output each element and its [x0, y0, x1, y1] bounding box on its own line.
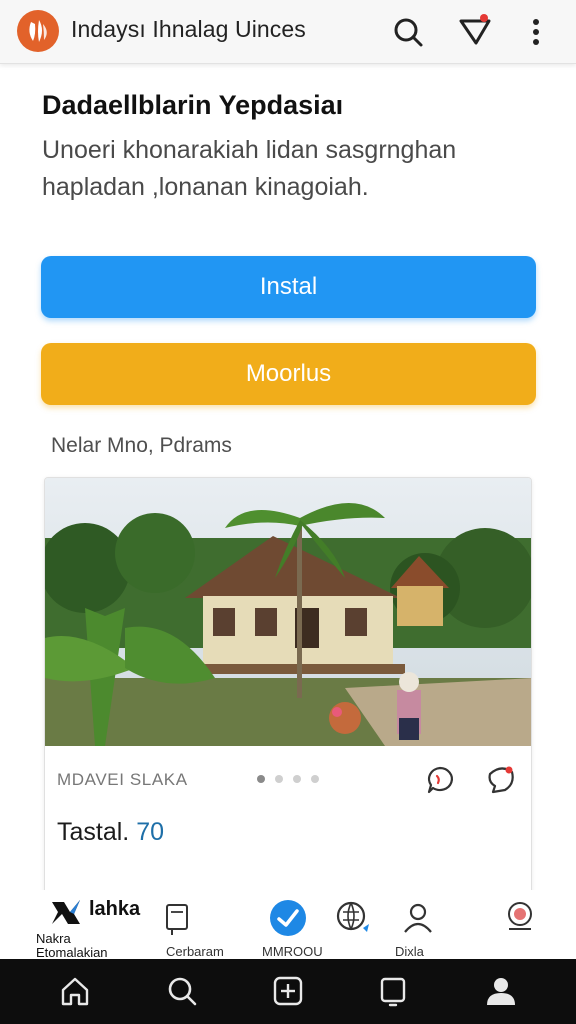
tablet-icon[interactable]: [375, 973, 411, 1009]
install-button[interactable]: Instal: [41, 256, 536, 318]
brand-subtitle-line: Nakra: [36, 931, 71, 946]
bookmark-icon[interactable]: [158, 898, 198, 938]
search-icon[interactable]: [164, 973, 200, 1009]
carousel-dot[interactable]: [257, 775, 265, 783]
carousel-dot[interactable]: [293, 775, 301, 783]
notification-avatar-icon[interactable]: [500, 898, 540, 938]
total-label: Tastal.: [57, 818, 130, 846]
check-circle-icon[interactable]: [268, 898, 308, 938]
globe-icon[interactable]: [333, 898, 373, 938]
profile-icon[interactable]: [483, 973, 519, 1009]
card-total: Tastal. 70: [57, 818, 164, 847]
shortcut-label: MMROOU: [262, 944, 323, 959]
carousel-dot[interactable]: [275, 775, 283, 783]
total-value: 70: [136, 818, 165, 846]
chat-bubble-icon[interactable]: [485, 764, 517, 796]
section-label: Nelar Mno, Pdrams: [51, 434, 232, 457]
bottom-navigation: [0, 959, 576, 1024]
brand-name[interactable]: lahka: [89, 898, 140, 921]
more-button[interactable]: Moorlus: [41, 343, 536, 405]
comment-icon[interactable]: [424, 764, 456, 796]
home-icon[interactable]: [57, 973, 93, 1009]
app-header: Indaysı Ihnalag Uinces: [0, 0, 576, 64]
brand-subtitle-line: Etomalakian: [36, 945, 108, 960]
person-icon[interactable]: [398, 898, 438, 938]
app-logo-icon[interactable]: [17, 10, 59, 52]
card-meta: MDAVEI SLAKA: [57, 770, 188, 789]
page-title: Dadaellblarin Yepdasiaı: [42, 90, 344, 120]
village-house-photo[interactable]: [45, 478, 531, 746]
search-icon[interactable]: [388, 12, 428, 52]
filter-icon[interactable]: [455, 12, 495, 52]
page-description: Unoeri khonarakiah lidan sasgrnghan hapl…: [42, 136, 457, 201]
post-card[interactable]: MDAVEI SLAKA Tastal. 70: [44, 477, 532, 947]
more-vert-icon[interactable]: [516, 12, 556, 52]
shortcut-label: Cerbaram: [166, 944, 224, 959]
app-title: Indaysı Ihnalag Uinces: [71, 16, 306, 42]
add-box-icon[interactable]: [270, 973, 306, 1009]
shortcut-row: lahka Nakra Etomalakian Cerbaram MMROOU …: [0, 890, 576, 960]
shortcut-label: Dixla: [395, 944, 424, 959]
carousel-dot[interactable]: [311, 775, 319, 783]
brand-subtitle: Nakra Etomalakian: [36, 932, 108, 960]
brand-logo-icon[interactable]: [50, 898, 82, 926]
